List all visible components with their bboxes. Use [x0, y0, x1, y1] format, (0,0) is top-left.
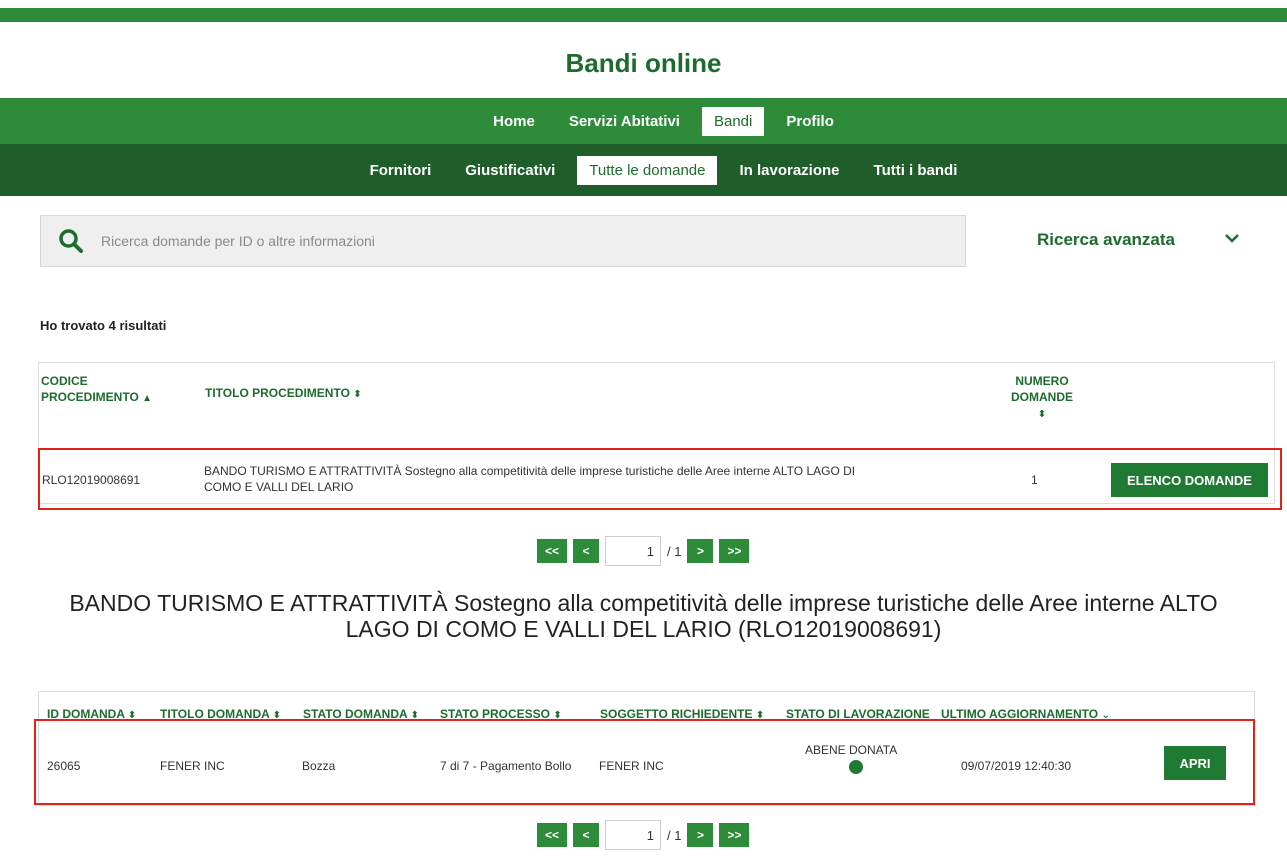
bando-title: BANDO TURISMO E ATTRATTIVITÀ Sostegno al…: [69, 590, 1218, 642]
results-count: Ho trovato 4 risultati: [40, 318, 167, 333]
last-page-button[interactable]: >>: [719, 823, 750, 847]
page-number-input[interactable]: [605, 820, 661, 850]
cell-titolo-domanda: FENER INC: [160, 759, 225, 773]
nav-fornitori[interactable]: Fornitori: [358, 156, 444, 185]
nav-home[interactable]: Home: [481, 107, 547, 136]
first-page-button[interactable]: <<: [537, 539, 567, 563]
prev-page-button[interactable]: <: [573, 539, 599, 563]
nav-profilo[interactable]: Profilo: [774, 107, 846, 136]
search-icon[interactable]: [41, 215, 101, 267]
sort-icon: ⬍: [1037, 409, 1047, 420]
cell-id-domanda: 26065: [47, 759, 81, 773]
secondary-nav: Fornitori Giustificativi Tutte le domand…: [0, 144, 1287, 196]
search-input[interactable]: [101, 233, 901, 249]
search-bar: [40, 215, 966, 267]
next-page-button[interactable]: >: [687, 539, 714, 563]
nav-servizi-abitativi[interactable]: Servizi Abitativi: [557, 107, 692, 136]
chevron-down-icon[interactable]: [1222, 228, 1242, 248]
site-title: Bandi online: [565, 48, 722, 78]
cell-stato-domanda: Bozza: [302, 759, 336, 773]
next-page-button[interactable]: >: [687, 823, 714, 847]
elenco-domande-button[interactable]: ELENCO DOMANDE: [1111, 463, 1268, 497]
header-numero-domande[interactable]: NUMERO DOMANDE ⬍: [1007, 373, 1077, 423]
page-total: / 1: [667, 543, 682, 559]
sort-icon: ⬍: [353, 389, 362, 400]
top-accent-bar: [0, 8, 1287, 22]
header-titolo-procedimento[interactable]: TITOLO PROCEDIMENTO ⬍: [205, 385, 362, 403]
first-page-button[interactable]: <<: [537, 823, 567, 847]
cell-stato-lavorazione: ABENE DONATA: [805, 743, 898, 757]
nav-giustificativi[interactable]: Giustificativi: [453, 156, 567, 185]
apri-button[interactable]: APRI: [1164, 746, 1226, 780]
page-total: / 1: [667, 827, 682, 843]
primary-nav: Home Servizi Abitativi Bandi Profilo: [0, 98, 1287, 144]
header-codice-procedimento[interactable]: CODICE PROCEDIMENTO ▲: [41, 373, 152, 407]
cell-stato-processo: 7 di 7 - Pagamento Bollo: [440, 759, 572, 773]
status-dot-icon: [849, 760, 863, 774]
nav-tutti-i-bandi[interactable]: Tutti i bandi: [862, 156, 970, 185]
cell-ultimo-aggiornamento: 09/07/2019 12:40:30: [961, 759, 1072, 773]
sort-asc-icon: ▲: [142, 393, 153, 404]
page-number-input[interactable]: [605, 536, 661, 566]
nav-bandi[interactable]: Bandi: [701, 106, 765, 136]
pagination-bottom: << < / 1 > >>: [537, 820, 750, 850]
advanced-search-link[interactable]: Ricerca avanzata: [1037, 230, 1175, 250]
cell-numero: 1: [1031, 473, 1038, 487]
nav-in-lavorazione[interactable]: In lavorazione: [727, 156, 851, 185]
cell-codice: RLO12019008691: [42, 473, 141, 487]
nav-tutte-le-domande[interactable]: Tutte le domande: [577, 155, 718, 185]
last-page-button[interactable]: >>: [719, 539, 750, 563]
prev-page-button[interactable]: <: [573, 823, 599, 847]
cell-titolo: BANDO TURISMO E ATTRATTIVITÀ Sostegno al…: [204, 464, 856, 494]
pagination-top: << < / 1 > >>: [537, 536, 750, 566]
cell-soggetto-richiedente: FENER INC: [599, 759, 664, 773]
